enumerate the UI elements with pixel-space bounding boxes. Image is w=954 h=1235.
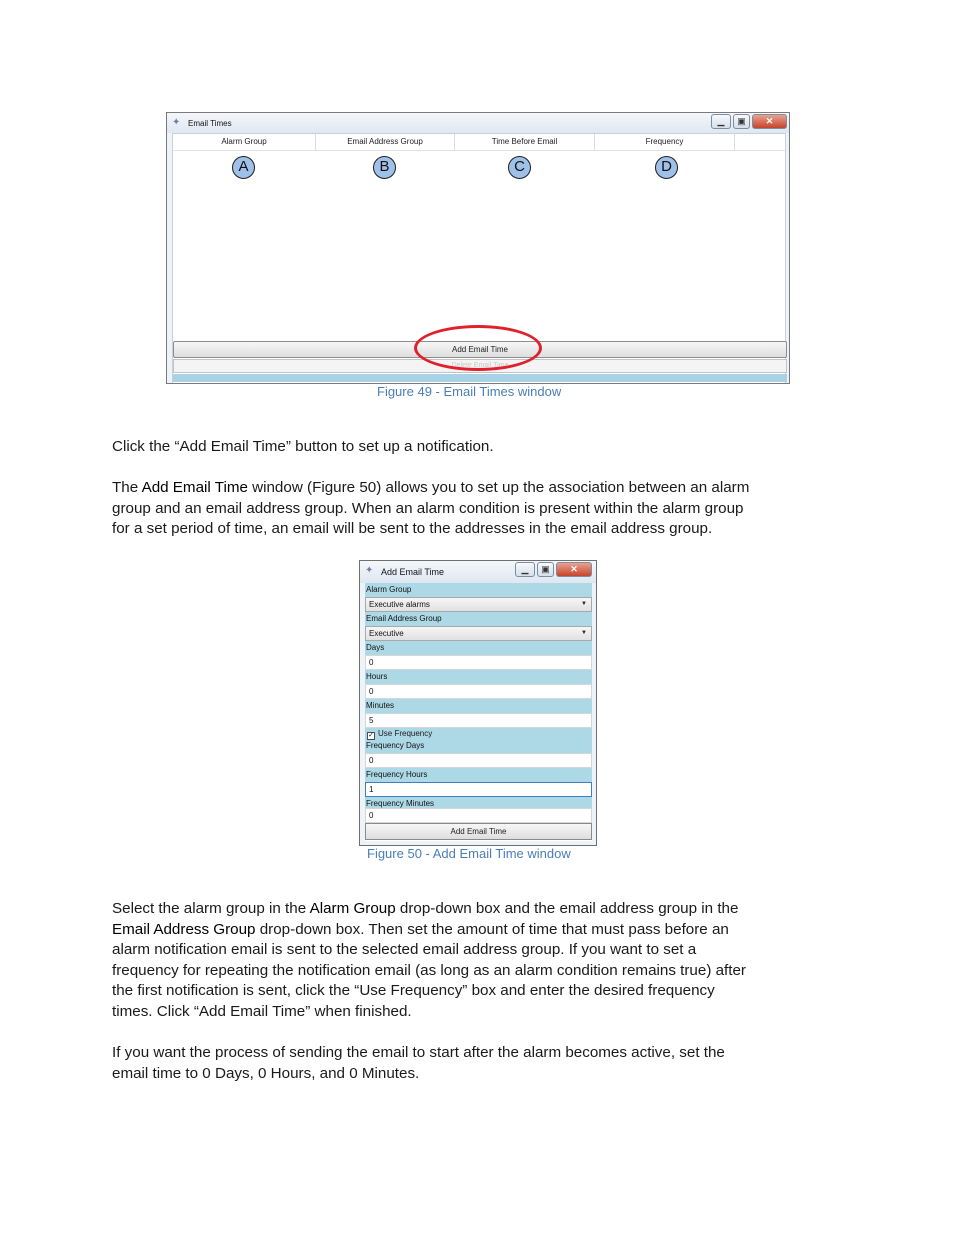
close-icon[interactable]: ✕: [752, 114, 787, 129]
callout-a: A: [232, 156, 255, 179]
paragraph-3-line-5: the first notification is sent, click th…: [112, 982, 715, 999]
minutes-label: Minutes: [365, 699, 592, 713]
days-label: Days: [365, 641, 592, 655]
paragraph-2-line-3: for a set period of time, an email will …: [112, 520, 713, 537]
paragraph-4: If you want the process of sending the e…: [112, 1043, 852, 1084]
maximize-icon[interactable]: ▣: [733, 114, 750, 129]
minimize-icon[interactable]: ▁: [711, 114, 731, 129]
add-email-time-button[interactable]: Add Email Time: [365, 823, 592, 840]
alarm-group-value: Executive alarms: [369, 600, 430, 609]
email-group-label: Email Address Group: [365, 612, 592, 626]
window-title: Add Email Time: [381, 567, 445, 577]
paragraph-3-line-2: Email Address Group drop-down box. Then …: [112, 920, 852, 941]
frequency-minutes-input[interactable]: 0: [365, 808, 592, 823]
add-email-time-window: ✦ Add Email Time ▁ ▣ ✕ Alarm Group Execu…: [359, 560, 597, 846]
paragraph-2-line-1: The Add Email Time window (Figure 50) al…: [112, 478, 852, 499]
paragraph-4-line-2: email time to 0 Days, 0 Hours, and 0 Min…: [112, 1064, 420, 1082]
frequency-hours-input[interactable]: 1: [365, 782, 592, 797]
close-icon[interactable]: ✕: [556, 562, 592, 577]
alarm-group-label: Alarm Group: [365, 583, 592, 597]
column-header-time-before-email[interactable]: Time Before Email: [455, 134, 595, 150]
emphasis-alarm-group: Alarm Group: [309, 900, 396, 917]
status-bar: [173, 374, 787, 382]
paragraph-2: The Add Email Time window (Figure 50) al…: [112, 478, 852, 540]
checkmark-icon: ✓: [367, 732, 375, 740]
paragraph-4-line-1: If you want the process of sending the e…: [112, 1044, 725, 1061]
text: The: [112, 479, 142, 496]
column-header-email-address-group[interactable]: Email Address Group: [316, 134, 455, 150]
header-divider: [173, 150, 785, 151]
text: drop-down box. Then set the amount of ti…: [255, 920, 729, 938]
app-icon: ✦: [365, 565, 374, 576]
hours-input[interactable]: 0: [365, 684, 592, 699]
emphasis-add-email-time: Add Email Time: [141, 479, 248, 496]
callout-b: B: [373, 156, 396, 179]
add-email-time-form: Alarm Group Executive alarms ▼ Email Add…: [365, 583, 592, 841]
maximize-icon[interactable]: ▣: [537, 562, 554, 577]
figure-49-caption: Figure 49 - Email Times window: [377, 384, 562, 399]
frequency-days-label: Frequency Days: [365, 740, 592, 753]
paragraph-3-line-1: Select the alarm group in the Alarm Grou…: [112, 899, 852, 920]
paragraph-3-line-3: alarm notification email is sent to the …: [112, 941, 697, 958]
email-group-select[interactable]: Executive ▼: [365, 626, 592, 641]
emphasis-email-address-group: Email Address Group: [112, 920, 256, 938]
paragraph-3-line-6: times. Click “Add Email Time” when finis…: [112, 1002, 412, 1020]
frequency-days-input[interactable]: 0: [365, 753, 592, 768]
column-header-frequency[interactable]: Frequency: [595, 134, 735, 150]
callout-c: C: [508, 156, 531, 179]
paragraph-2-line-2: group and an email address group. When a…: [112, 499, 744, 517]
minutes-input[interactable]: 5: [365, 713, 592, 728]
app-icon: ✦: [172, 117, 181, 128]
days-input[interactable]: 0: [365, 655, 592, 670]
alarm-group-select[interactable]: Executive alarms ▼: [365, 597, 592, 612]
chevron-down-icon: ▼: [581, 630, 587, 636]
window-titlebar: ✦ Add Email Time ▁ ▣ ✕: [360, 561, 596, 583]
highlight-circle: [414, 325, 542, 371]
text: drop-down box and the email address grou…: [395, 900, 739, 917]
window-titlebar: ✦ Email Times ▁ ▣ ✕: [167, 113, 789, 133]
paragraph-1-text: Click the “Add Email Time” button to set…: [112, 438, 494, 455]
text: Select the alarm group in the: [112, 900, 310, 917]
use-frequency-label: Use Frequency: [378, 729, 433, 738]
column-header-alarm-group[interactable]: Alarm Group: [173, 134, 316, 150]
hours-label: Hours: [365, 670, 592, 684]
frequency-hours-label: Frequency Hours: [365, 768, 592, 782]
text: window (Figure 50) allows you to set up …: [247, 479, 750, 496]
use-frequency-checkbox[interactable]: ✓ Use Frequency: [365, 728, 592, 740]
figure-50-caption: Figure 50 - Add Email Time window: [367, 846, 571, 861]
email-group-value: Executive: [369, 629, 404, 638]
minimize-icon[interactable]: ▁: [515, 562, 535, 577]
callout-d: D: [655, 156, 678, 179]
paragraph-1: Click the “Add Email Time” button to set…: [112, 437, 852, 458]
chevron-down-icon: ▼: [581, 601, 587, 607]
paragraph-3: Select the alarm group in the Alarm Grou…: [112, 899, 852, 1022]
paragraph-3-line-4: frequency for repeating the notification…: [112, 961, 746, 979]
window-title: Email Times: [188, 119, 232, 128]
